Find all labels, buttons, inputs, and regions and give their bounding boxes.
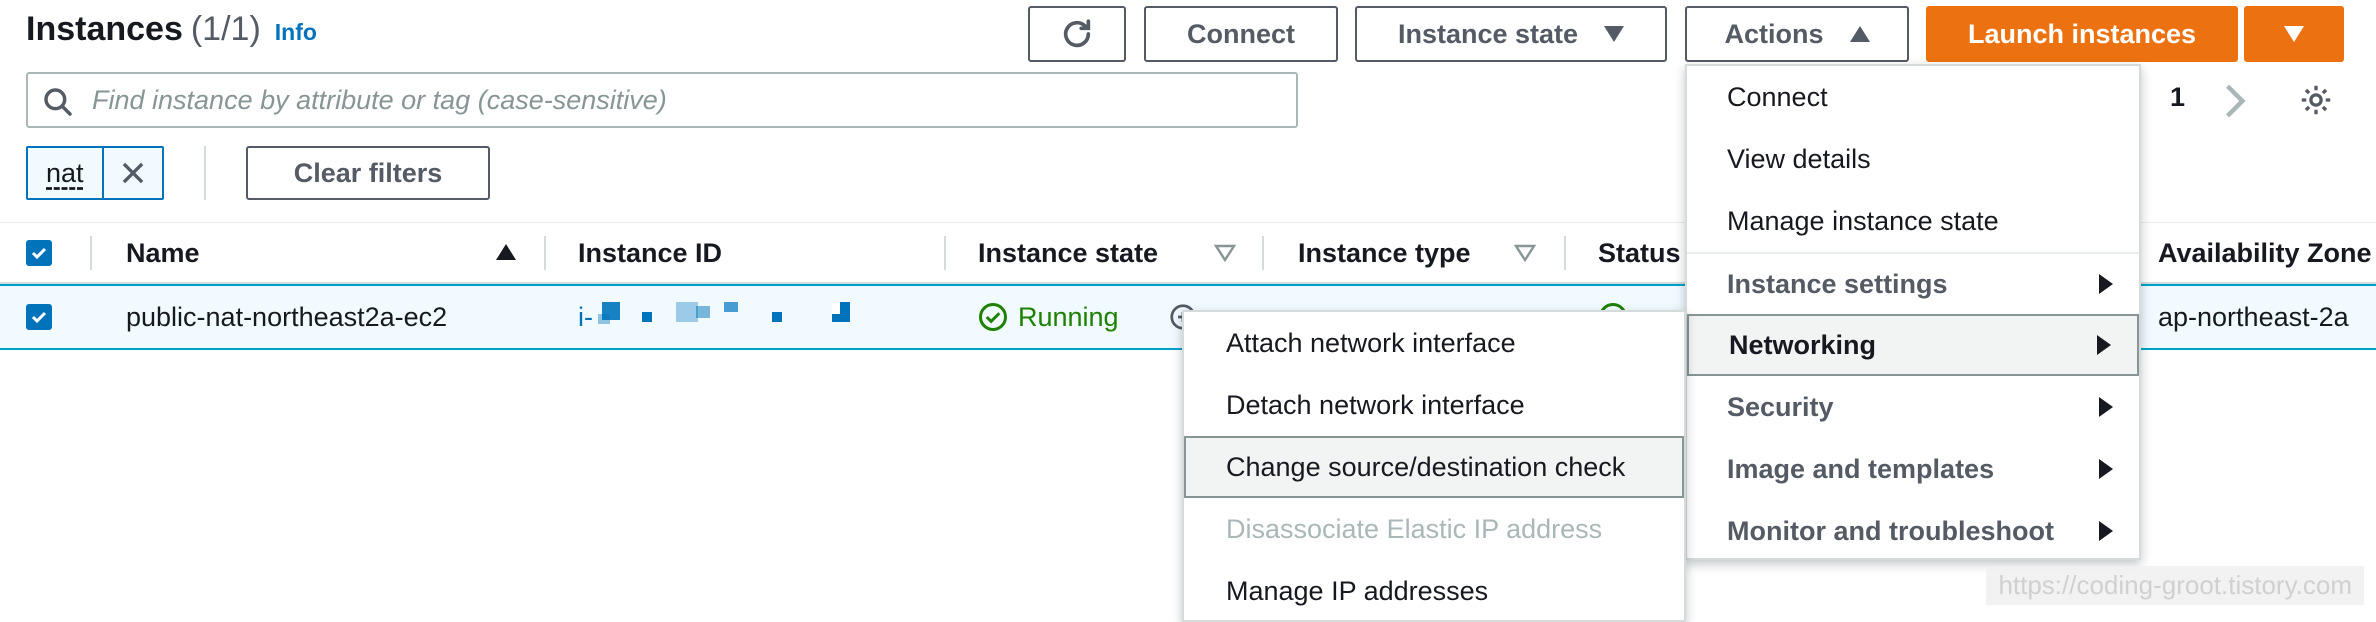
check-icon xyxy=(31,311,47,324)
menu-item-detach-network-interface[interactable]: Detach network interface xyxy=(1184,374,1684,436)
caret-up-icon xyxy=(1849,26,1870,42)
menu-item-manage-ip-addresses[interactable]: Manage IP addresses xyxy=(1184,560,1684,622)
networking-submenu: Attach network interface Detach network … xyxy=(1182,310,1686,622)
success-check-icon xyxy=(979,303,1007,331)
caret-right-icon xyxy=(2099,459,2113,479)
sort-ascending-icon[interactable] xyxy=(496,244,516,260)
refresh-button[interactable] xyxy=(1028,6,1126,62)
page-title-text: Instances xyxy=(26,10,183,48)
actions-menu: Connect View details Manage instance sta… xyxy=(1685,64,2141,560)
caret-down-icon xyxy=(1604,26,1625,42)
availability-zone-cell: ap-northeast-2a xyxy=(2158,301,2349,332)
instance-name: public-nat-northeast2a-ec2 xyxy=(126,301,448,332)
menu-item-disassociate-elastic-ip: Disassociate Elastic IP address xyxy=(1226,513,1603,544)
search-input[interactable] xyxy=(90,83,1296,117)
chevron-right-icon[interactable] xyxy=(2222,82,2248,120)
column-header-availability-zone[interactable]: Availability Zone xyxy=(2158,222,2372,284)
instance-id-prefix: i- xyxy=(578,301,593,332)
menu-item-label: Image and templates xyxy=(1727,453,1995,484)
page-number[interactable]: 1 xyxy=(2170,82,2185,113)
actions-label: Actions xyxy=(1724,18,1824,49)
column-header-instance-type[interactable]: Instance type xyxy=(1298,222,1471,284)
menu-item-change-source-destination-check[interactable]: Change source/destination check xyxy=(1184,436,1684,498)
watermark: https://coding-groot.tistory.com xyxy=(1986,566,2364,605)
sort-icon[interactable] xyxy=(1214,244,1236,262)
instance-state-button[interactable]: Instance state xyxy=(1355,6,1667,62)
menu-item-view-details[interactable]: View details xyxy=(1687,128,2139,190)
instance-state-text: Running xyxy=(1018,301,1119,332)
caret-right-icon xyxy=(2097,335,2111,355)
launch-instances-button[interactable]: Launch instances xyxy=(1926,6,2238,62)
column-header-instance-id[interactable]: Instance ID xyxy=(578,222,722,284)
connect-button[interactable]: Connect xyxy=(1144,6,1338,62)
menu-item-connect[interactable]: Connect xyxy=(1687,66,2139,128)
menu-item-label: Networking xyxy=(1729,329,1877,360)
menu-item-security[interactable]: Security xyxy=(1687,376,2139,438)
search-bar xyxy=(26,72,1298,128)
column-divider xyxy=(90,236,92,270)
caret-right-icon xyxy=(2099,274,2113,294)
column-header-name[interactable]: Name xyxy=(126,222,200,284)
column-header-instance-state[interactable]: Instance state xyxy=(978,222,1158,284)
menu-item-label: Instance settings xyxy=(1727,268,1948,299)
filter-token: nat xyxy=(26,146,164,200)
menu-item-monitor-and-troubleshoot[interactable]: Monitor and troubleshoot xyxy=(1687,500,2139,562)
menu-item-instance-settings[interactable]: Instance settings xyxy=(1687,252,2139,314)
divider xyxy=(204,146,206,200)
menu-item-manage-instance-state[interactable]: Manage instance state xyxy=(1687,190,2139,252)
menu-item-label: Monitor and troubleshoot xyxy=(1727,515,2054,546)
info-link[interactable]: Info xyxy=(275,19,317,45)
column-divider xyxy=(944,236,946,270)
column-divider xyxy=(1564,236,1566,270)
caret-down-icon xyxy=(2284,26,2304,42)
instance-state-cell: Running xyxy=(978,284,1119,350)
page-title: Instances (1/1) Info xyxy=(26,10,317,49)
close-icon xyxy=(122,162,143,184)
caret-right-icon xyxy=(2099,397,2113,417)
menu-item-networking[interactable]: Networking xyxy=(1687,314,2139,376)
actions-button[interactable]: Actions xyxy=(1685,6,1909,62)
instance-id-link[interactable]: i- xyxy=(578,284,593,350)
menu-item-label: Security xyxy=(1727,391,1834,422)
refresh-icon xyxy=(1063,19,1091,48)
column-divider xyxy=(1262,236,1264,270)
instance-state-label: Instance state xyxy=(1397,18,1579,49)
column-header-status[interactable]: Status xyxy=(1598,222,1681,284)
menu-item-attach-network-interface[interactable]: Attach network interface xyxy=(1184,312,1684,374)
caret-right-icon xyxy=(2099,521,2113,541)
sort-icon[interactable] xyxy=(1514,244,1536,262)
row-checkbox[interactable] xyxy=(26,304,52,330)
gear-icon[interactable] xyxy=(2298,82,2334,118)
filter-token-text: nat xyxy=(28,148,104,198)
launch-dropdown-button[interactable] xyxy=(2244,6,2344,62)
remove-filter-button[interactable] xyxy=(104,148,162,198)
check-icon xyxy=(31,247,47,260)
menu-item-image-and-templates[interactable]: Image and templates xyxy=(1687,438,2139,500)
clear-filters-button[interactable]: Clear filters xyxy=(246,146,490,200)
search-icon xyxy=(44,88,72,116)
column-divider xyxy=(544,236,546,270)
instance-count: (1/1) xyxy=(190,10,261,48)
select-all-checkbox[interactable] xyxy=(26,240,52,266)
